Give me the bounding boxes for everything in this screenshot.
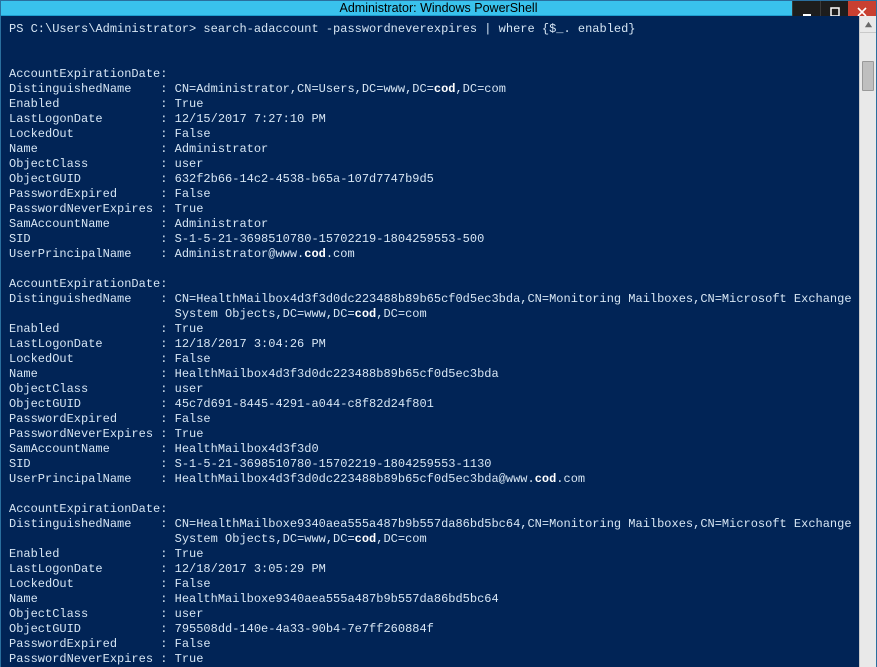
window-title: Administrator: Windows PowerShell <box>1 1 876 15</box>
vertical-scrollbar[interactable] <box>859 16 876 667</box>
powershell-window: Administrator: Windows PowerShell PS C:\… <box>0 0 877 667</box>
scroll-track[interactable] <box>860 33 876 667</box>
scroll-thumb[interactable] <box>862 61 874 91</box>
client-area: PS C:\Users\Administrator> search-adacco… <box>1 16 876 667</box>
terminal-output[interactable]: PS C:\Users\Administrator> search-adacco… <box>1 16 859 667</box>
scroll-up-button[interactable] <box>860 16 876 33</box>
titlebar[interactable]: Administrator: Windows PowerShell <box>1 1 876 16</box>
